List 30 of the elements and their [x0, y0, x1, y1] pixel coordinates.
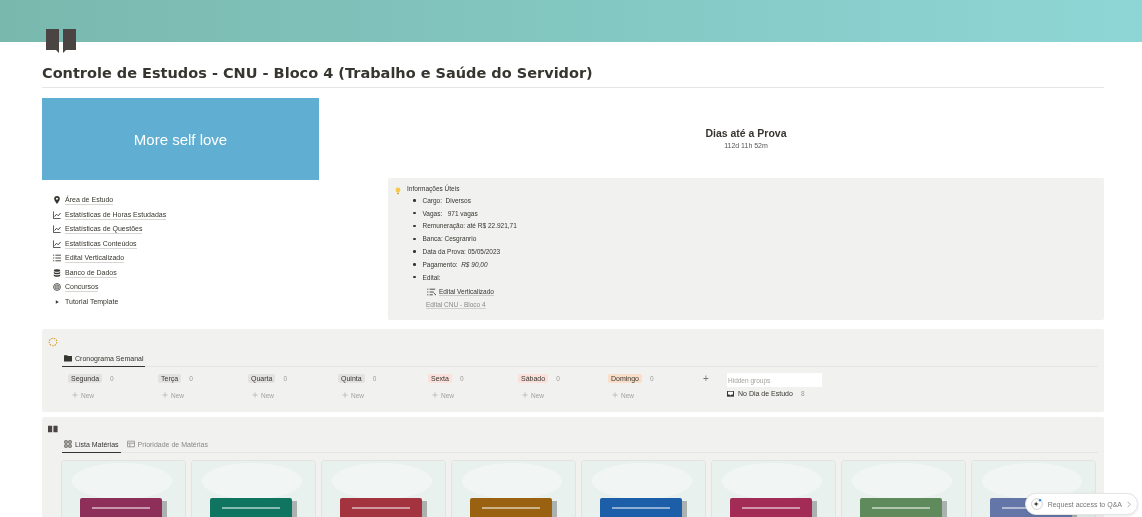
folder-icon	[64, 354, 72, 362]
page-title: Controle de Estudos - CNU - Bloco 4 (Trabalho e Saúde do Servidor)	[42, 65, 1104, 88]
table-icon	[126, 440, 135, 448]
chevron-icon	[1127, 500, 1131, 508]
plus-icon	[522, 392, 528, 398]
book-icon	[45, 28, 77, 54]
plus-icon	[342, 392, 348, 398]
chart-icon	[53, 210, 61, 219]
caret-icon[interactable]	[54, 298, 60, 305]
pin-icon	[53, 196, 61, 204]
chart-icon	[53, 239, 61, 248]
chart-icon	[53, 225, 61, 233]
plus-icon	[72, 392, 78, 398]
lightbulb-icon	[395, 187, 401, 195]
database-icon	[53, 268, 61, 277]
countdown-title: Dias até a Prova	[705, 126, 787, 139]
plus-icon	[252, 392, 258, 398]
list-icon	[53, 254, 61, 262]
plus-icon	[432, 392, 438, 398]
loading-circle-icon	[48, 337, 58, 347]
grid-icon	[64, 440, 72, 448]
plus-icon	[612, 392, 618, 398]
list-icon	[427, 287, 437, 296]
add-group-button[interactable]: +	[698, 373, 727, 402]
book-icon	[48, 425, 58, 433]
embed-text: More self love	[133, 130, 228, 148]
sparkle-icon	[1030, 498, 1043, 510]
plus-icon	[162, 392, 168, 398]
target-icon	[53, 283, 61, 291]
inbox-icon	[727, 390, 734, 397]
